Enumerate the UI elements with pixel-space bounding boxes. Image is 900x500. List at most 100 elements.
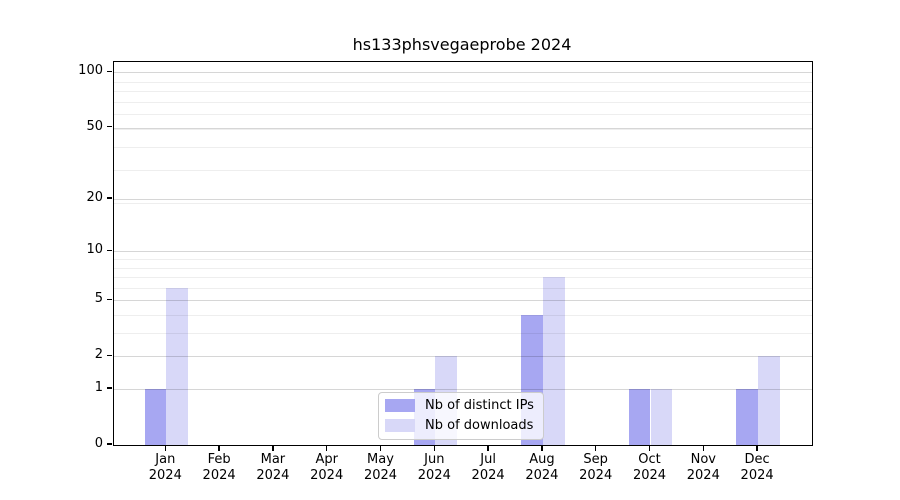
y-gridline-major — [114, 199, 812, 200]
x-tick — [326, 446, 327, 451]
legend-label-downloads: Nb of downloads — [425, 418, 533, 433]
y-gridline-minor — [114, 203, 812, 204]
x-tick-label-year: 2024 — [188, 468, 250, 484]
y-tick-label: 100 — [57, 64, 103, 78]
y-tick-label: 1 — [57, 381, 103, 395]
plot-area — [113, 61, 813, 446]
y-tick — [107, 387, 112, 388]
x-tick-label: May2024 — [350, 452, 412, 484]
x-tick — [218, 446, 219, 451]
x-tick-label-month: Oct — [619, 452, 681, 468]
y-gridline-minor — [114, 259, 812, 260]
chart-title: hs133phsvegaeprobe 2024 — [113, 35, 811, 54]
x-tick-label-month: Apr — [296, 452, 358, 468]
x-tick-label: Jan2024 — [134, 452, 196, 484]
legend-swatch-distinct-ips — [385, 399, 415, 412]
y-gridline-minor — [114, 170, 812, 171]
x-tick-label-year: 2024 — [403, 468, 465, 484]
bar-downloads-dec — [758, 356, 780, 445]
y-gridline-minor — [114, 315, 812, 316]
y-tick — [107, 197, 112, 198]
bar-downloads-oct — [651, 389, 673, 445]
x-tick-label-year: 2024 — [565, 468, 627, 484]
x-tick-label-month: Mar — [242, 452, 304, 468]
y-tick — [107, 355, 112, 356]
x-tick — [649, 446, 650, 451]
x-tick-label: Mar2024 — [242, 452, 304, 484]
y-gridline-major — [114, 72, 812, 73]
y-gridline-minor — [114, 288, 812, 289]
y-gridline-major — [114, 389, 812, 390]
y-tick — [107, 443, 112, 444]
x-tick-label: Aug2024 — [511, 452, 573, 484]
x-tick-label-month: Jul — [457, 452, 519, 468]
y-tick-label: 10 — [57, 243, 103, 257]
y-tick — [107, 71, 112, 72]
y-gridline-minor — [114, 277, 812, 278]
bar-distinct-ips-oct — [629, 389, 651, 445]
y-gridline-minor — [114, 147, 812, 148]
x-tick-label: Apr2024 — [296, 452, 358, 484]
x-tick-label: Jun2024 — [403, 452, 465, 484]
y-gridline-minor — [114, 268, 812, 269]
x-tick-label-year: 2024 — [457, 468, 519, 484]
x-tick-label-year: 2024 — [296, 468, 358, 484]
x-tick-label-month: Nov — [672, 452, 734, 468]
y-gridline-minor — [114, 333, 812, 334]
y-gridline-minor — [114, 91, 812, 92]
x-tick-label-year: 2024 — [511, 468, 573, 484]
x-tick — [487, 446, 488, 451]
x-tick-label-month: Jan — [134, 452, 196, 468]
y-tick — [107, 299, 112, 300]
bar-downloads-aug — [543, 277, 565, 445]
y-gridline-major — [114, 356, 812, 357]
x-tick — [756, 446, 757, 451]
x-tick — [434, 446, 435, 451]
y-gridline-major — [114, 128, 812, 129]
x-tick — [165, 446, 166, 451]
x-tick-label-year: 2024 — [619, 468, 681, 484]
x-tick-label: Jul2024 — [457, 452, 519, 484]
y-gridline-minor — [114, 102, 812, 103]
y-gridline-major — [114, 251, 812, 252]
bar-distinct-ips-dec — [736, 389, 758, 445]
y-tick-label: 5 — [57, 292, 103, 306]
x-tick-label-month: Aug — [511, 452, 573, 468]
x-tick — [272, 446, 273, 451]
y-gridline-major — [114, 300, 812, 301]
x-tick — [541, 446, 542, 451]
x-tick-label: Nov2024 — [672, 452, 734, 484]
x-tick-label-year: 2024 — [242, 468, 304, 484]
legend-swatch-downloads — [385, 419, 415, 432]
x-tick-label: Dec2024 — [726, 452, 788, 484]
bar-downloads-jan — [166, 288, 188, 445]
x-tick-label-year: 2024 — [134, 468, 196, 484]
legend-item-downloads: Nb of downloads — [385, 418, 534, 433]
x-tick-label-year: 2024 — [350, 468, 412, 484]
x-tick — [595, 446, 596, 451]
x-tick-label-month: May — [350, 452, 412, 468]
y-tick-label: 0 — [57, 437, 103, 451]
x-tick-label-month: Feb — [188, 452, 250, 468]
y-tick-label: 20 — [57, 191, 103, 205]
x-tick — [380, 446, 381, 451]
y-tick-label: 50 — [57, 120, 103, 134]
chart-figure: hs133phsvegaeprobe 2024 Nb of distinct I… — [0, 0, 900, 500]
x-tick-label-year: 2024 — [726, 468, 788, 484]
x-tick-label: Sep2024 — [565, 452, 627, 484]
legend-label-distinct-ips: Nb of distinct IPs — [425, 398, 534, 413]
x-tick-label-year: 2024 — [672, 468, 734, 484]
x-tick-label-month: Jun — [403, 452, 465, 468]
legend-item-distinct-ips: Nb of distinct IPs — [385, 398, 534, 413]
y-gridline-minor — [114, 82, 812, 83]
y-gridline-minor — [114, 114, 812, 115]
legend: Nb of distinct IPs Nb of downloads — [378, 392, 544, 440]
y-tick — [107, 250, 112, 251]
x-tick-label: Oct2024 — [619, 452, 681, 484]
x-tick-label: Feb2024 — [188, 452, 250, 484]
y-tick — [107, 126, 112, 127]
y-gridline-minor — [114, 129, 812, 130]
x-tick-label-month: Dec — [726, 452, 788, 468]
x-tick-label-month: Sep — [565, 452, 627, 468]
bar-distinct-ips-jan — [145, 389, 167, 445]
